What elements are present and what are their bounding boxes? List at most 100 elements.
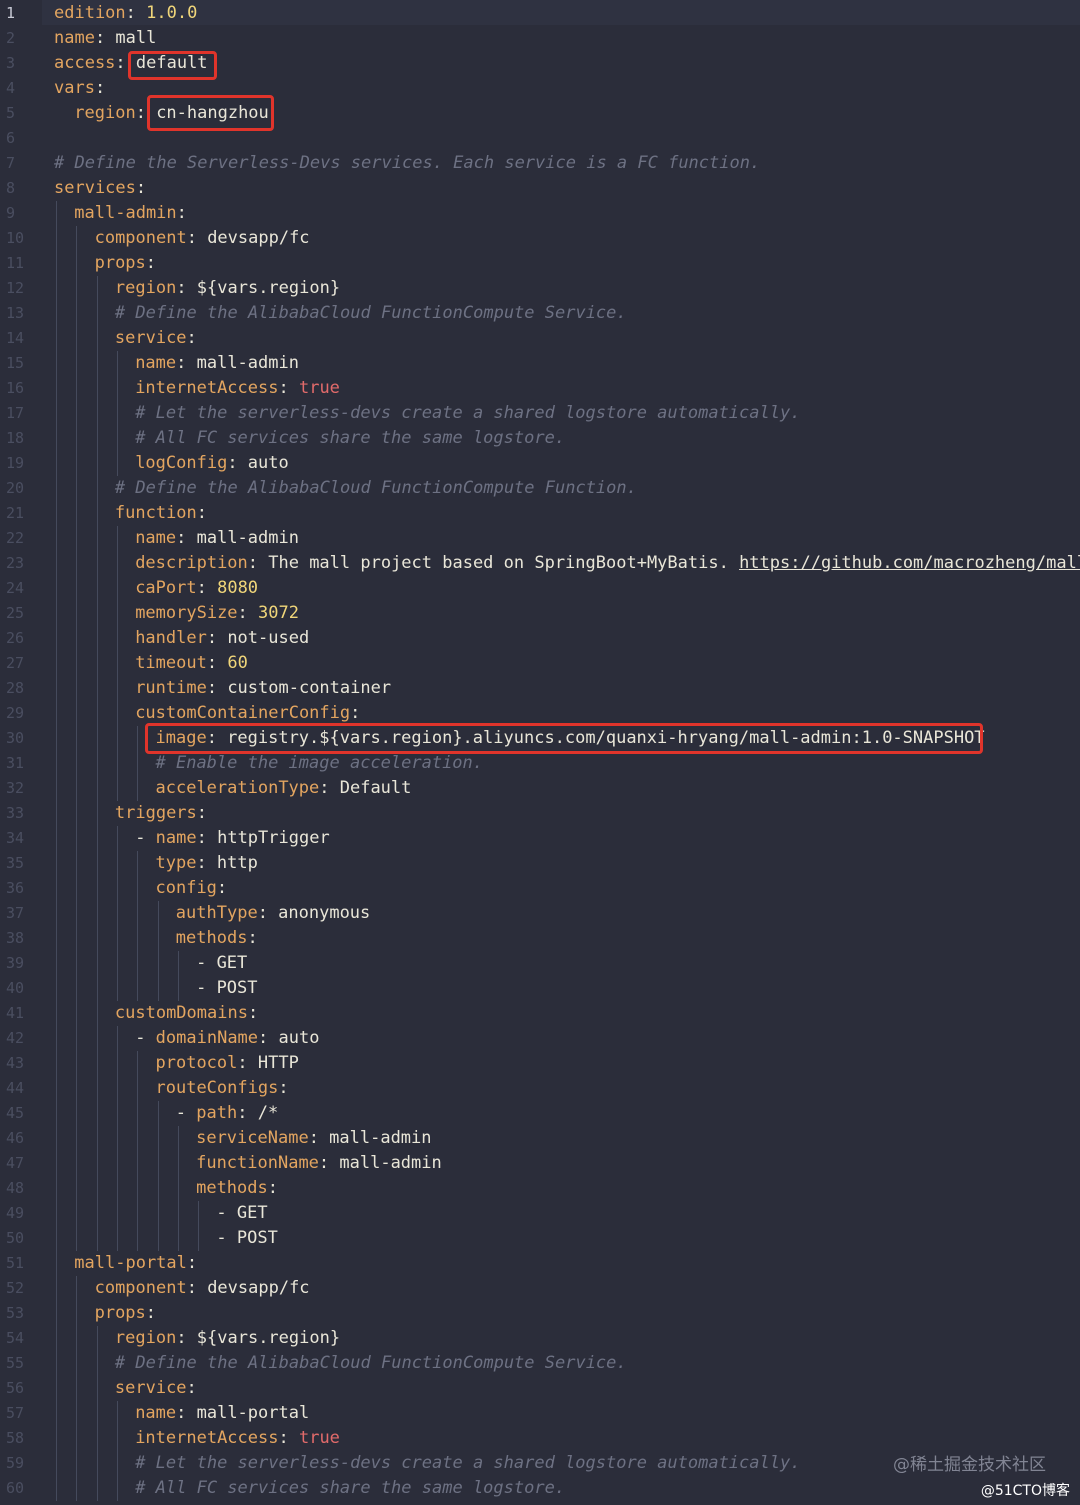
code-line[interactable]: edition: 1.0.0: [54, 1, 197, 26]
code-editor[interactable]: 1 2 3 4 5 6 7 8 9 10 11 12 13 14 15 16 17 18 19 20 21 22 23 24 2…: [0, 0, 1080, 1505]
code-line[interactable]: serviceName: mall-admin: [196, 1126, 431, 1151]
code-line[interactable]: caPort: 8080: [135, 576, 258, 601]
code-line[interactable]: service:: [115, 1376, 197, 1401]
yaml-value: :: [278, 1427, 299, 1448]
code-line[interactable]: internetAccess: true: [135, 1426, 340, 1451]
indent-guide: [96, 900, 98, 926]
indent-guide: [96, 725, 98, 751]
indent-guide: [177, 1225, 179, 1251]
code-line[interactable]: # Enable the image acceleration.: [156, 751, 484, 776]
code-line[interactable]: # All FC services share the same logstor…: [135, 426, 565, 451]
code-line[interactable]: functionName: mall-admin: [196, 1151, 442, 1176]
code-line[interactable]: props:: [95, 1301, 156, 1326]
code-line[interactable]: - GET: [196, 951, 247, 976]
indent-guide: [177, 1200, 179, 1226]
indent-guide: [76, 725, 78, 751]
code-line[interactable]: vars:: [54, 76, 105, 101]
code-line[interactable]: timeout: 60: [135, 651, 248, 676]
indent-guide: [76, 1375, 78, 1401]
yaml-key: methods: [196, 1177, 268, 1198]
yaml-value: - GET: [196, 952, 248, 973]
line-number: 59: [6, 1453, 25, 1472]
code-line[interactable]: - GET: [216, 1201, 267, 1226]
indent-guide: [56, 1000, 57, 1026]
yaml-comment: # All FC services share the same logstor…: [135, 1477, 566, 1498]
indent-guide: [198, 1225, 200, 1251]
code-line[interactable]: - POST: [216, 1226, 277, 1251]
code-line[interactable]: methods:: [196, 1176, 278, 1201]
code-line[interactable]: internetAccess: true: [135, 376, 340, 401]
line-number: 41: [6, 1003, 25, 1022]
indent-guide: [96, 850, 98, 876]
indent-guide: [96, 350, 98, 376]
indent-guide: [76, 450, 78, 476]
code-line[interactable]: customContainerConfig:: [135, 701, 360, 726]
code-line[interactable]: - domainName: auto: [135, 1026, 319, 1051]
code-line[interactable]: methods:: [176, 926, 258, 951]
code-line[interactable]: - path: /*: [176, 1101, 278, 1126]
yaml-key: path: [196, 1102, 238, 1123]
indent-guide: [76, 400, 78, 426]
code-line[interactable]: authType: anonymous: [176, 901, 370, 926]
indent-guide: [56, 200, 57, 226]
yaml-value[interactable]: https://github.com/macrozheng/mall: [739, 553, 1080, 573]
code-line[interactable]: mall-portal:: [74, 1251, 197, 1276]
indent-guide: [137, 975, 139, 1001]
code-line[interactable]: services:: [54, 176, 146, 201]
code-line[interactable]: # Let the serverless-devs create a share…: [135, 1451, 800, 1476]
yaml-value: :: [186, 1377, 197, 1398]
code-line[interactable]: protocol: HTTP: [156, 1051, 299, 1076]
code-line[interactable]: component: devsapp/fc: [95, 1276, 310, 1301]
indent-guide: [116, 1425, 118, 1451]
yaml-value: : HTTP: [237, 1052, 299, 1073]
code-line[interactable]: config:: [156, 876, 228, 901]
line-number-gutter: 1 2 3 4 5 6 7 8 9 10 11 12 13 14 15 16 17 18 19 20 21 22 23 24 2…: [0, 0, 42, 1505]
line-number: 9: [6, 203, 16, 222]
line-number: 16: [6, 378, 25, 397]
line-number: 3: [6, 53, 16, 72]
code-line[interactable]: type: http: [156, 851, 258, 876]
indent-guide: [76, 950, 78, 976]
code-line[interactable]: region: ${vars.region}: [115, 1326, 340, 1351]
code-line[interactable]: props:: [95, 251, 156, 276]
watermark-juejin: @稀土掘金技术社区: [893, 1455, 1046, 1475]
indent-guide: [56, 975, 57, 1001]
yaml-key: timeout: [135, 652, 207, 673]
indent-guide: [56, 275, 57, 301]
code-line[interactable]: # Define the AlibabaCloud FunctionComput…: [115, 476, 637, 501]
line-number: 33: [6, 803, 25, 822]
code-line[interactable]: memorySize: 3072: [135, 601, 299, 626]
code-line[interactable]: customDomains:: [115, 1001, 258, 1026]
code-line[interactable]: runtime: custom-container: [135, 676, 391, 701]
code-line[interactable]: # All FC services share the same logstor…: [135, 1476, 565, 1501]
code-line[interactable]: # Define the Serverless-Devs services. E…: [54, 151, 760, 176]
code-line[interactable]: # Define the AlibabaCloud FunctionComput…: [115, 1351, 627, 1376]
code-line[interactable]: name: mall-admin: [135, 526, 299, 551]
code-line[interactable]: component: devsapp/fc: [95, 226, 310, 251]
code-line[interactable]: description: The mall project based on S…: [135, 551, 1080, 576]
code-line[interactable]: region: ${vars.region}: [115, 276, 340, 301]
code-line[interactable]: - POST: [196, 976, 257, 1001]
indent-guide: [116, 925, 118, 951]
code-line[interactable]: name: mall-portal: [135, 1401, 309, 1426]
indent-guide: [76, 775, 78, 801]
yaml-key: runtime: [135, 677, 207, 698]
indent-guide: [76, 600, 78, 626]
code-line[interactable]: name: mall-admin: [135, 351, 299, 376]
indent-guide: [76, 1350, 78, 1376]
code-line[interactable]: # Let the serverless-devs create a share…: [135, 401, 800, 426]
code-line[interactable]: function:: [115, 501, 207, 526]
code-line[interactable]: handler: not-used: [135, 626, 309, 651]
code-line[interactable]: accelerationType: Default: [156, 776, 412, 801]
yaml-key: authType: [175, 902, 258, 923]
code-line[interactable]: logConfig: auto: [135, 451, 289, 476]
yaml-key: component: [94, 1277, 187, 1298]
line-number: 4: [6, 78, 16, 97]
code-line[interactable]: routeConfigs:: [156, 1076, 289, 1101]
code-line[interactable]: service:: [115, 326, 197, 351]
code-line[interactable]: mall-admin:: [74, 201, 187, 226]
code-line[interactable]: - name: httpTrigger: [135, 826, 330, 851]
code-line[interactable]: # Define the AlibabaCloud FunctionComput…: [115, 301, 627, 326]
code-line[interactable]: triggers:: [115, 801, 207, 826]
code-line[interactable]: name: mall: [54, 26, 156, 51]
